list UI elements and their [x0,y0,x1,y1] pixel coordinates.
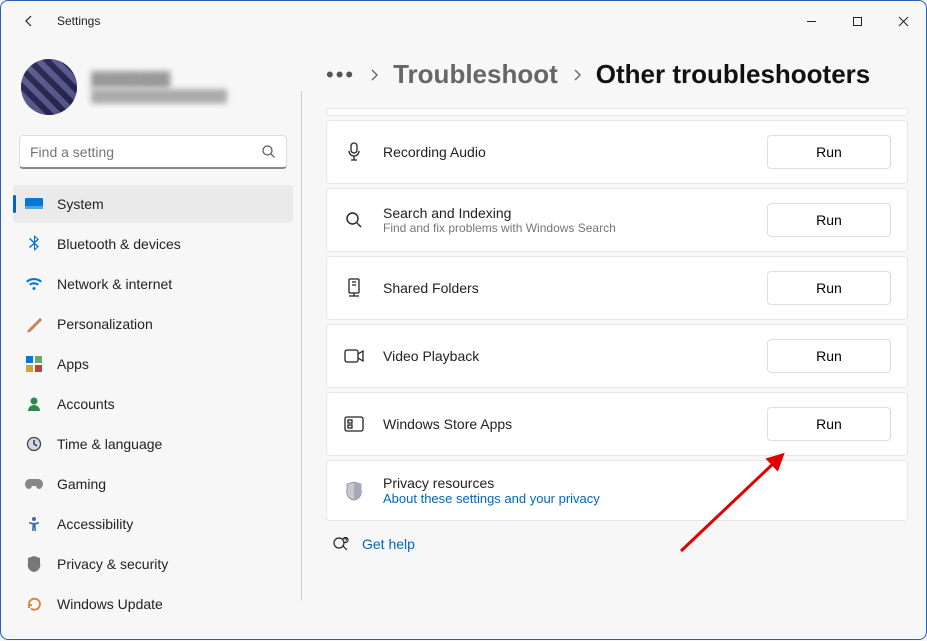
titlebar: Settings [1,1,926,41]
content-area: ••• Troubleshoot Other troubleshooters R… [302,41,926,641]
sidebar-item-label: Accessibility [57,516,133,532]
troubleshooter-video-playback: Video Playback Run [326,324,908,388]
sidebar-item-label: Privacy & security [57,556,168,572]
breadcrumb-parent[interactable]: Troubleshoot [393,59,558,90]
video-icon [343,345,365,367]
maximize-button[interactable] [834,1,880,41]
sidebar-item-label: Accounts [57,396,115,412]
privacy-link[interactable]: About these settings and your privacy [383,491,891,506]
card-title: Video Playback [383,348,749,364]
system-icon [25,195,43,213]
sidebar-item-label: Windows Update [57,596,163,612]
help-icon [332,535,350,553]
run-button[interactable]: Run [767,135,891,169]
store-apps-icon [343,413,365,435]
sidebar-item-gaming[interactable]: Gaming [13,465,293,503]
window-controls [788,1,926,41]
search-input[interactable] [30,144,261,160]
nav-list: System Bluetooth & devices Network & int… [13,185,293,623]
update-icon [25,595,43,613]
bluetooth-icon [25,235,43,253]
sidebar-item-label: Network & internet [57,276,172,292]
user-name: ████████ [91,71,227,87]
user-email: ████████████████ [91,89,227,103]
close-button[interactable] [880,1,926,41]
search-box[interactable] [19,135,287,169]
help-row: Get help [326,521,908,561]
run-button[interactable]: Run [767,271,891,305]
breadcrumb-more[interactable]: ••• [326,62,355,88]
apps-icon [25,355,43,373]
avatar [21,59,77,115]
sidebar: ████████ ████████████████ System Bluetoo… [1,41,301,641]
accessibility-icon [25,515,43,533]
sidebar-item-network[interactable]: Network & internet [13,265,293,303]
sidebar-item-label: Gaming [57,476,106,492]
sidebar-item-apps[interactable]: Apps [13,345,293,383]
privacy-resources-card: Privacy resources About these settings a… [326,460,908,521]
microphone-icon [343,141,365,163]
sidebar-item-system[interactable]: System [13,185,293,223]
sidebar-item-privacy[interactable]: Privacy & security [13,545,293,583]
sidebar-item-label: Apps [57,356,89,372]
get-help-link[interactable]: Get help [362,536,415,552]
accounts-icon [25,395,43,413]
personalization-icon [25,315,43,333]
card-title: Shared Folders [383,280,749,296]
network-icon [25,275,43,293]
minimize-button[interactable] [788,1,834,41]
sidebar-item-accounts[interactable]: Accounts [13,385,293,423]
run-button[interactable]: Run [767,407,891,441]
troubleshooter-windows-store-apps: Windows Store Apps Run [326,392,908,456]
shared-folder-icon [343,277,365,299]
troubleshooter-shared-folders: Shared Folders Run [326,256,908,320]
user-block[interactable]: ████████ ████████████████ [13,49,293,133]
sidebar-item-label: Personalization [57,316,153,332]
sidebar-item-label: System [57,196,104,212]
arrow-left-icon [21,13,37,29]
sidebar-item-time[interactable]: Time & language [13,425,293,463]
troubleshooter-recording-audio: Recording Audio Run [326,120,908,184]
privacy-icon [25,555,43,573]
sidebar-item-update[interactable]: Windows Update [13,585,293,623]
card-partial [326,108,908,116]
close-icon [898,16,909,27]
maximize-icon [852,16,863,27]
run-button[interactable]: Run [767,339,891,373]
app-title: Settings [57,14,100,28]
run-button[interactable]: Run [767,203,891,237]
card-title: Recording Audio [383,144,749,160]
card-desc: Find and fix problems with Windows Searc… [383,221,749,235]
back-button[interactable] [13,5,45,37]
minimize-icon [806,16,817,27]
time-icon [25,435,43,453]
search-icon [343,209,365,231]
troubleshooter-search-indexing: Search and Indexing Find and fix problem… [326,188,908,252]
gaming-icon [25,475,43,493]
sidebar-item-bluetooth[interactable]: Bluetooth & devices [13,225,293,263]
chevron-right-icon [369,68,379,82]
card-title: Search and Indexing [383,205,749,221]
troubleshooter-list: Recording Audio Run Search and Indexing … [326,108,908,521]
sidebar-item-accessibility[interactable]: Accessibility [13,505,293,543]
sidebar-item-personalization[interactable]: Personalization [13,305,293,343]
card-title: Windows Store Apps [383,416,749,432]
breadcrumb-current: Other troubleshooters [596,59,870,90]
sidebar-item-label: Bluetooth & devices [57,236,181,252]
sidebar-item-label: Time & language [57,436,162,452]
breadcrumb: ••• Troubleshoot Other troubleshooters [326,59,908,90]
card-title: Privacy resources [383,475,891,491]
shield-icon [343,480,365,502]
chevron-right-icon [572,68,582,82]
search-icon [261,144,276,159]
